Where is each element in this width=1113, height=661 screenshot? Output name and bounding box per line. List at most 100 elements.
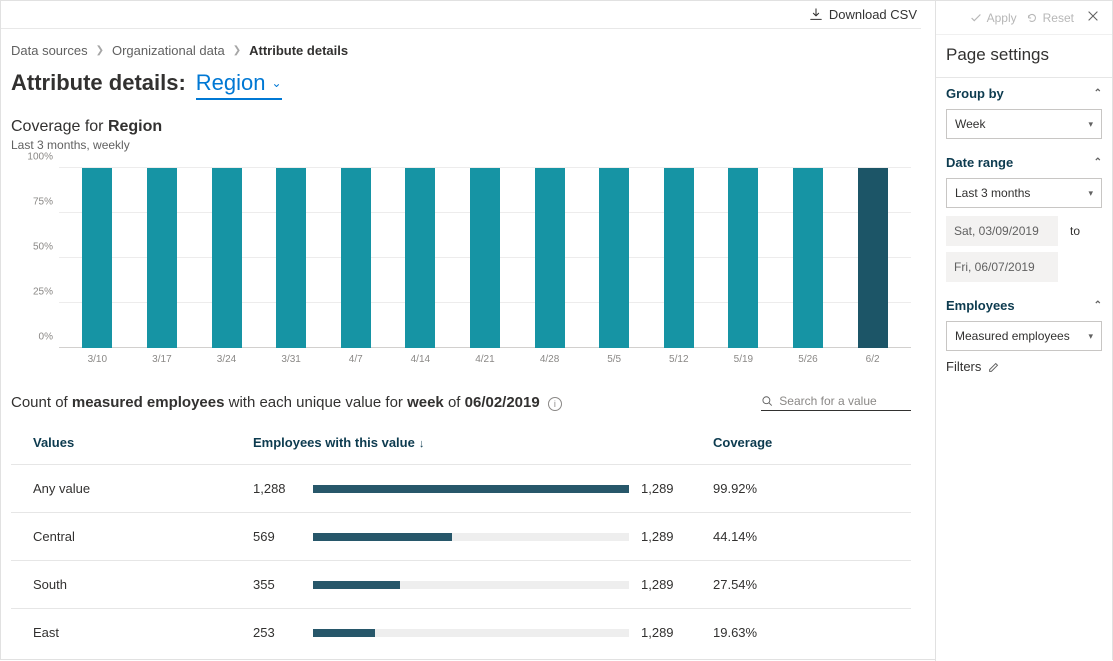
download-label: Download CSV (829, 7, 917, 22)
check-icon (969, 11, 983, 25)
table-row[interactable]: South3551,28927.54% (11, 561, 911, 609)
chart-bar[interactable] (535, 168, 565, 348)
date-to-label: to (1070, 224, 1080, 238)
apply-button[interactable]: Apply (969, 11, 1017, 25)
chart-bar[interactable] (147, 168, 177, 348)
x-tick-label: 5/26 (793, 354, 823, 365)
chart-bar[interactable] (470, 168, 500, 348)
cell-employees: 253 1,289 (241, 609, 701, 657)
crumb-data-sources[interactable]: Data sources (11, 43, 88, 58)
chevron-down-icon: ▾ (1088, 331, 1093, 342)
x-tick-label: 5/19 (728, 354, 758, 365)
download-icon (809, 8, 823, 22)
coverage-subtitle: Last 3 months, weekly (11, 138, 911, 152)
x-tick-label: 3/10 (82, 354, 112, 365)
col-header-employees[interactable]: Employees with this value↓ (241, 421, 701, 465)
chart-bar[interactable] (858, 168, 888, 348)
emp-count: 569 (253, 529, 301, 544)
chevron-up-icon: ⌃ (1094, 88, 1102, 99)
chevron-up-icon: ⌃ (1094, 300, 1102, 311)
employees-select[interactable]: Measured employees ▾ (946, 321, 1102, 351)
col-header-coverage[interactable]: Coverage (701, 421, 911, 465)
emp-max: 1,289 (641, 625, 689, 640)
table-row[interactable]: East 253 1,289 19.63% (11, 609, 911, 657)
chart-bar[interactable] (276, 168, 306, 348)
table-row[interactable]: Central5691,28944.14% (11, 513, 911, 561)
chart-bar[interactable] (341, 168, 371, 348)
col-header-values[interactable]: Values (11, 421, 241, 465)
emp-max: 1,289 (641, 529, 689, 544)
emp-count: 253 (253, 625, 301, 640)
chevron-right-icon: ❯ (96, 45, 104, 56)
cell-coverage: 19.63% (701, 609, 911, 657)
chevron-down-icon: ▾ (1088, 188, 1093, 199)
values-table: Values Employees with this value↓ Covera… (11, 421, 911, 656)
date-range-select[interactable]: Last 3 months ▾ (946, 178, 1102, 208)
coverage-heading: Coverage for Region (11, 118, 911, 136)
chart-bar[interactable] (599, 168, 629, 348)
cell-employees: 1,2881,289 (241, 465, 701, 513)
chevron-down-icon: ▾ (1088, 119, 1093, 130)
y-tick-label: 100% (27, 152, 53, 163)
page-title-text: Attribute details: (11, 70, 186, 96)
cell-employees: 569 1,289 (241, 513, 701, 561)
emp-bar (313, 533, 629, 541)
x-tick-label: 3/17 (147, 354, 177, 365)
attribute-dropdown[interactable]: Region ⌄ (196, 70, 282, 100)
search-icon (761, 394, 773, 408)
download-csv-button[interactable]: Download CSV (809, 7, 917, 22)
x-tick-label: 4/14 (405, 354, 435, 365)
sort-desc-icon: ↓ (419, 438, 425, 450)
x-tick-label: 3/24 (212, 354, 242, 365)
settings-panel: Apply Reset Page settings Group by ⌃ Wee… (935, 1, 1112, 661)
chart-bar[interactable] (405, 168, 435, 348)
x-tick-label: 4/28 (535, 354, 565, 365)
cell-employees: 3551,289 (241, 561, 701, 609)
close-icon (1086, 9, 1100, 23)
date-from-field[interactable]: Sat, 03/09/2019 (946, 216, 1058, 246)
emp-count: 355 (253, 577, 301, 592)
x-tick-label: 4/7 (341, 354, 371, 365)
table-row[interactable]: Any value1,2881,28999.92% (11, 465, 911, 513)
chart-bar[interactable] (728, 168, 758, 348)
x-tick-label: 5/5 (599, 354, 629, 365)
date-to-field[interactable]: Fri, 06/07/2019 (946, 252, 1058, 282)
edit-icon (987, 360, 1001, 374)
cell-value: Any value (11, 465, 241, 513)
group-by-select[interactable]: Week ▾ (946, 109, 1102, 139)
filters-button[interactable]: Filters (946, 359, 1102, 374)
panel-toolbar: Apply Reset (936, 1, 1112, 35)
cell-value: South (11, 561, 241, 609)
group-by-header[interactable]: Group by ⌃ (946, 86, 1102, 101)
search-wrap (761, 394, 911, 411)
search-input[interactable] (779, 394, 911, 408)
cell-coverage: 44.14% (701, 513, 911, 561)
cell-value: East (11, 609, 241, 657)
y-tick-label: 50% (33, 242, 53, 253)
chart-bar[interactable] (664, 168, 694, 348)
chart-bar[interactable] (82, 168, 112, 348)
chevron-down-icon: ⌄ (272, 76, 282, 90)
crumb-attribute-details: Attribute details (249, 43, 348, 58)
info-icon[interactable]: i (548, 397, 562, 411)
chevron-up-icon: ⌃ (1094, 157, 1102, 168)
employees-header[interactable]: Employees ⌃ (946, 298, 1102, 313)
chart-bar[interactable] (793, 168, 823, 348)
coverage-chart: 0%25%50%75%100% 3/103/173/243/314/74/144… (11, 168, 911, 368)
date-range-header[interactable]: Date range ⌃ (946, 155, 1102, 170)
x-tick-label: 3/31 (276, 354, 306, 365)
y-tick-label: 25% (33, 287, 53, 298)
x-tick-label: 4/21 (470, 354, 500, 365)
cell-coverage: 27.54% (701, 561, 911, 609)
close-panel-button[interactable] (1082, 9, 1104, 26)
chart-bar[interactable] (212, 168, 242, 348)
emp-bar (313, 581, 629, 589)
table-title: Count of measured employees with each un… (11, 394, 562, 411)
chevron-right-icon: ❯ (233, 45, 241, 56)
x-tick-label: 5/12 (664, 354, 694, 365)
toolbar: Download CSV (1, 1, 921, 29)
undo-icon (1025, 11, 1039, 25)
attribute-dropdown-value: Region (196, 70, 266, 96)
crumb-org-data[interactable]: Organizational data (112, 43, 225, 58)
reset-button[interactable]: Reset (1025, 11, 1074, 25)
